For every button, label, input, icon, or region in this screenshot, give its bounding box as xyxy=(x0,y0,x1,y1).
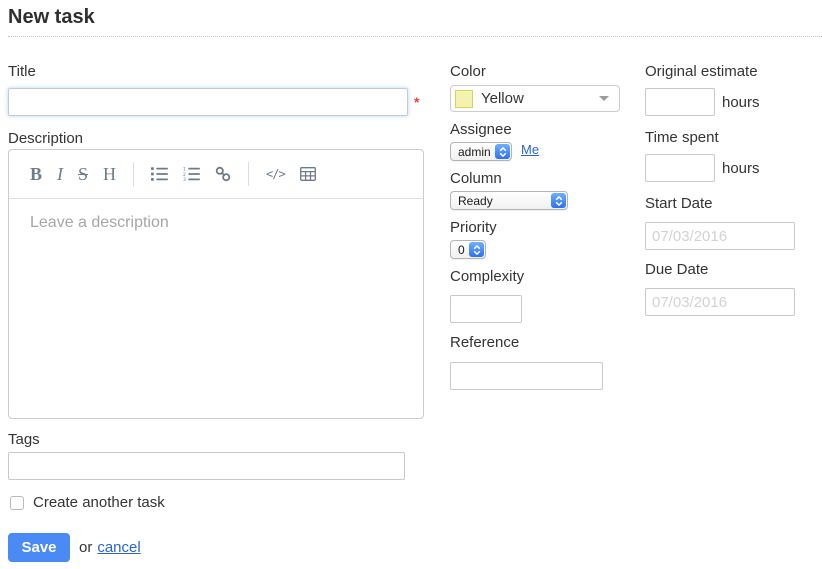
create-another-row: Create another task xyxy=(8,494,425,511)
assign-to-me-link[interactable]: Me xyxy=(521,142,539,157)
description-editor: B I S H 1 2 3 xyxy=(8,149,424,419)
assignee-select[interactable]: admin xyxy=(450,142,512,161)
code-icon[interactable]: </> xyxy=(266,167,285,181)
table-icon[interactable] xyxy=(300,167,316,181)
time-spent-input[interactable] xyxy=(645,154,715,182)
column-label: Column xyxy=(450,170,650,187)
color-swatch-yellow xyxy=(455,90,473,108)
title-row: * xyxy=(8,88,425,116)
description-body xyxy=(9,199,423,418)
start-date-label: Start Date xyxy=(645,195,822,212)
priority-select[interactable]: 0 xyxy=(450,240,486,259)
priority-selected-value: 0 xyxy=(451,243,468,257)
chevron-down-icon xyxy=(599,96,609,101)
left-column: Title * Description B I S H xyxy=(8,56,425,562)
create-another-checkbox[interactable] xyxy=(10,496,24,510)
tags-input[interactable] xyxy=(8,452,405,480)
bold-icon[interactable]: B xyxy=(30,165,42,183)
complexity-label: Complexity xyxy=(450,268,650,285)
select-spinner-icon xyxy=(551,193,566,208)
select-spinner-icon xyxy=(495,144,510,159)
create-another-label: Create another task xyxy=(33,494,165,511)
heading-icon[interactable]: H xyxy=(103,165,116,183)
assignee-selected-value: admin xyxy=(451,145,494,159)
ordered-list-icon[interactable]: 1 2 3 xyxy=(183,167,200,181)
page-title: New task xyxy=(8,6,822,37)
color-label: Color xyxy=(450,63,650,80)
reference-input[interactable] xyxy=(450,362,603,390)
complexity-input[interactable] xyxy=(450,295,522,323)
reference-label: Reference xyxy=(450,334,650,351)
or-text: or xyxy=(79,539,92,556)
color-select[interactable]: Yellow xyxy=(450,85,620,112)
strikethrough-icon[interactable]: S xyxy=(78,165,88,183)
due-date-label: Due Date xyxy=(645,261,822,278)
save-row: Save or cancel xyxy=(8,533,425,562)
hours-suffix: hours xyxy=(722,160,760,177)
save-button[interactable]: Save xyxy=(8,533,70,562)
unordered-list-icon[interactable] xyxy=(151,167,168,181)
italic-icon[interactable]: I xyxy=(57,165,63,183)
column-select[interactable]: Ready xyxy=(450,191,568,210)
time-spent-row: hours xyxy=(645,154,822,182)
svg-text:1: 1 xyxy=(183,167,186,173)
color-selected-value: Yellow xyxy=(481,90,524,107)
title-label: Title xyxy=(8,63,425,80)
toolbar-divider xyxy=(133,162,134,186)
link-icon[interactable] xyxy=(215,166,231,182)
due-date-input[interactable] xyxy=(645,288,795,316)
assignee-row: admin Me xyxy=(450,138,650,161)
new-task-page: New task Title * Description B I S H xyxy=(0,0,822,569)
original-estimate-input[interactable] xyxy=(645,88,715,116)
right-column: Original estimate hours Time spent hours… xyxy=(645,56,822,316)
column-selected-value: Ready xyxy=(451,194,550,208)
cancel-link[interactable]: cancel xyxy=(97,539,140,556)
priority-label: Priority xyxy=(450,219,650,236)
description-toolbar: B I S H 1 2 3 xyxy=(9,150,423,199)
description-label: Description xyxy=(8,130,425,147)
assignee-label: Assignee xyxy=(450,121,650,138)
title-input[interactable] xyxy=(8,88,408,116)
original-estimate-label: Original estimate xyxy=(645,63,822,80)
start-date-input[interactable] xyxy=(645,222,795,250)
description-textarea[interactable] xyxy=(9,199,423,418)
original-estimate-row: hours xyxy=(645,88,822,116)
toolbar-divider xyxy=(248,162,249,186)
select-spinner-icon xyxy=(469,242,484,257)
required-asterisk: * xyxy=(414,94,419,110)
time-spent-label: Time spent xyxy=(645,129,822,146)
middle-column: Color Yellow Assignee admin Me Column Re… xyxy=(450,56,650,390)
tags-label: Tags xyxy=(8,431,425,448)
hours-suffix: hours xyxy=(722,94,760,111)
svg-text:3: 3 xyxy=(183,177,186,181)
